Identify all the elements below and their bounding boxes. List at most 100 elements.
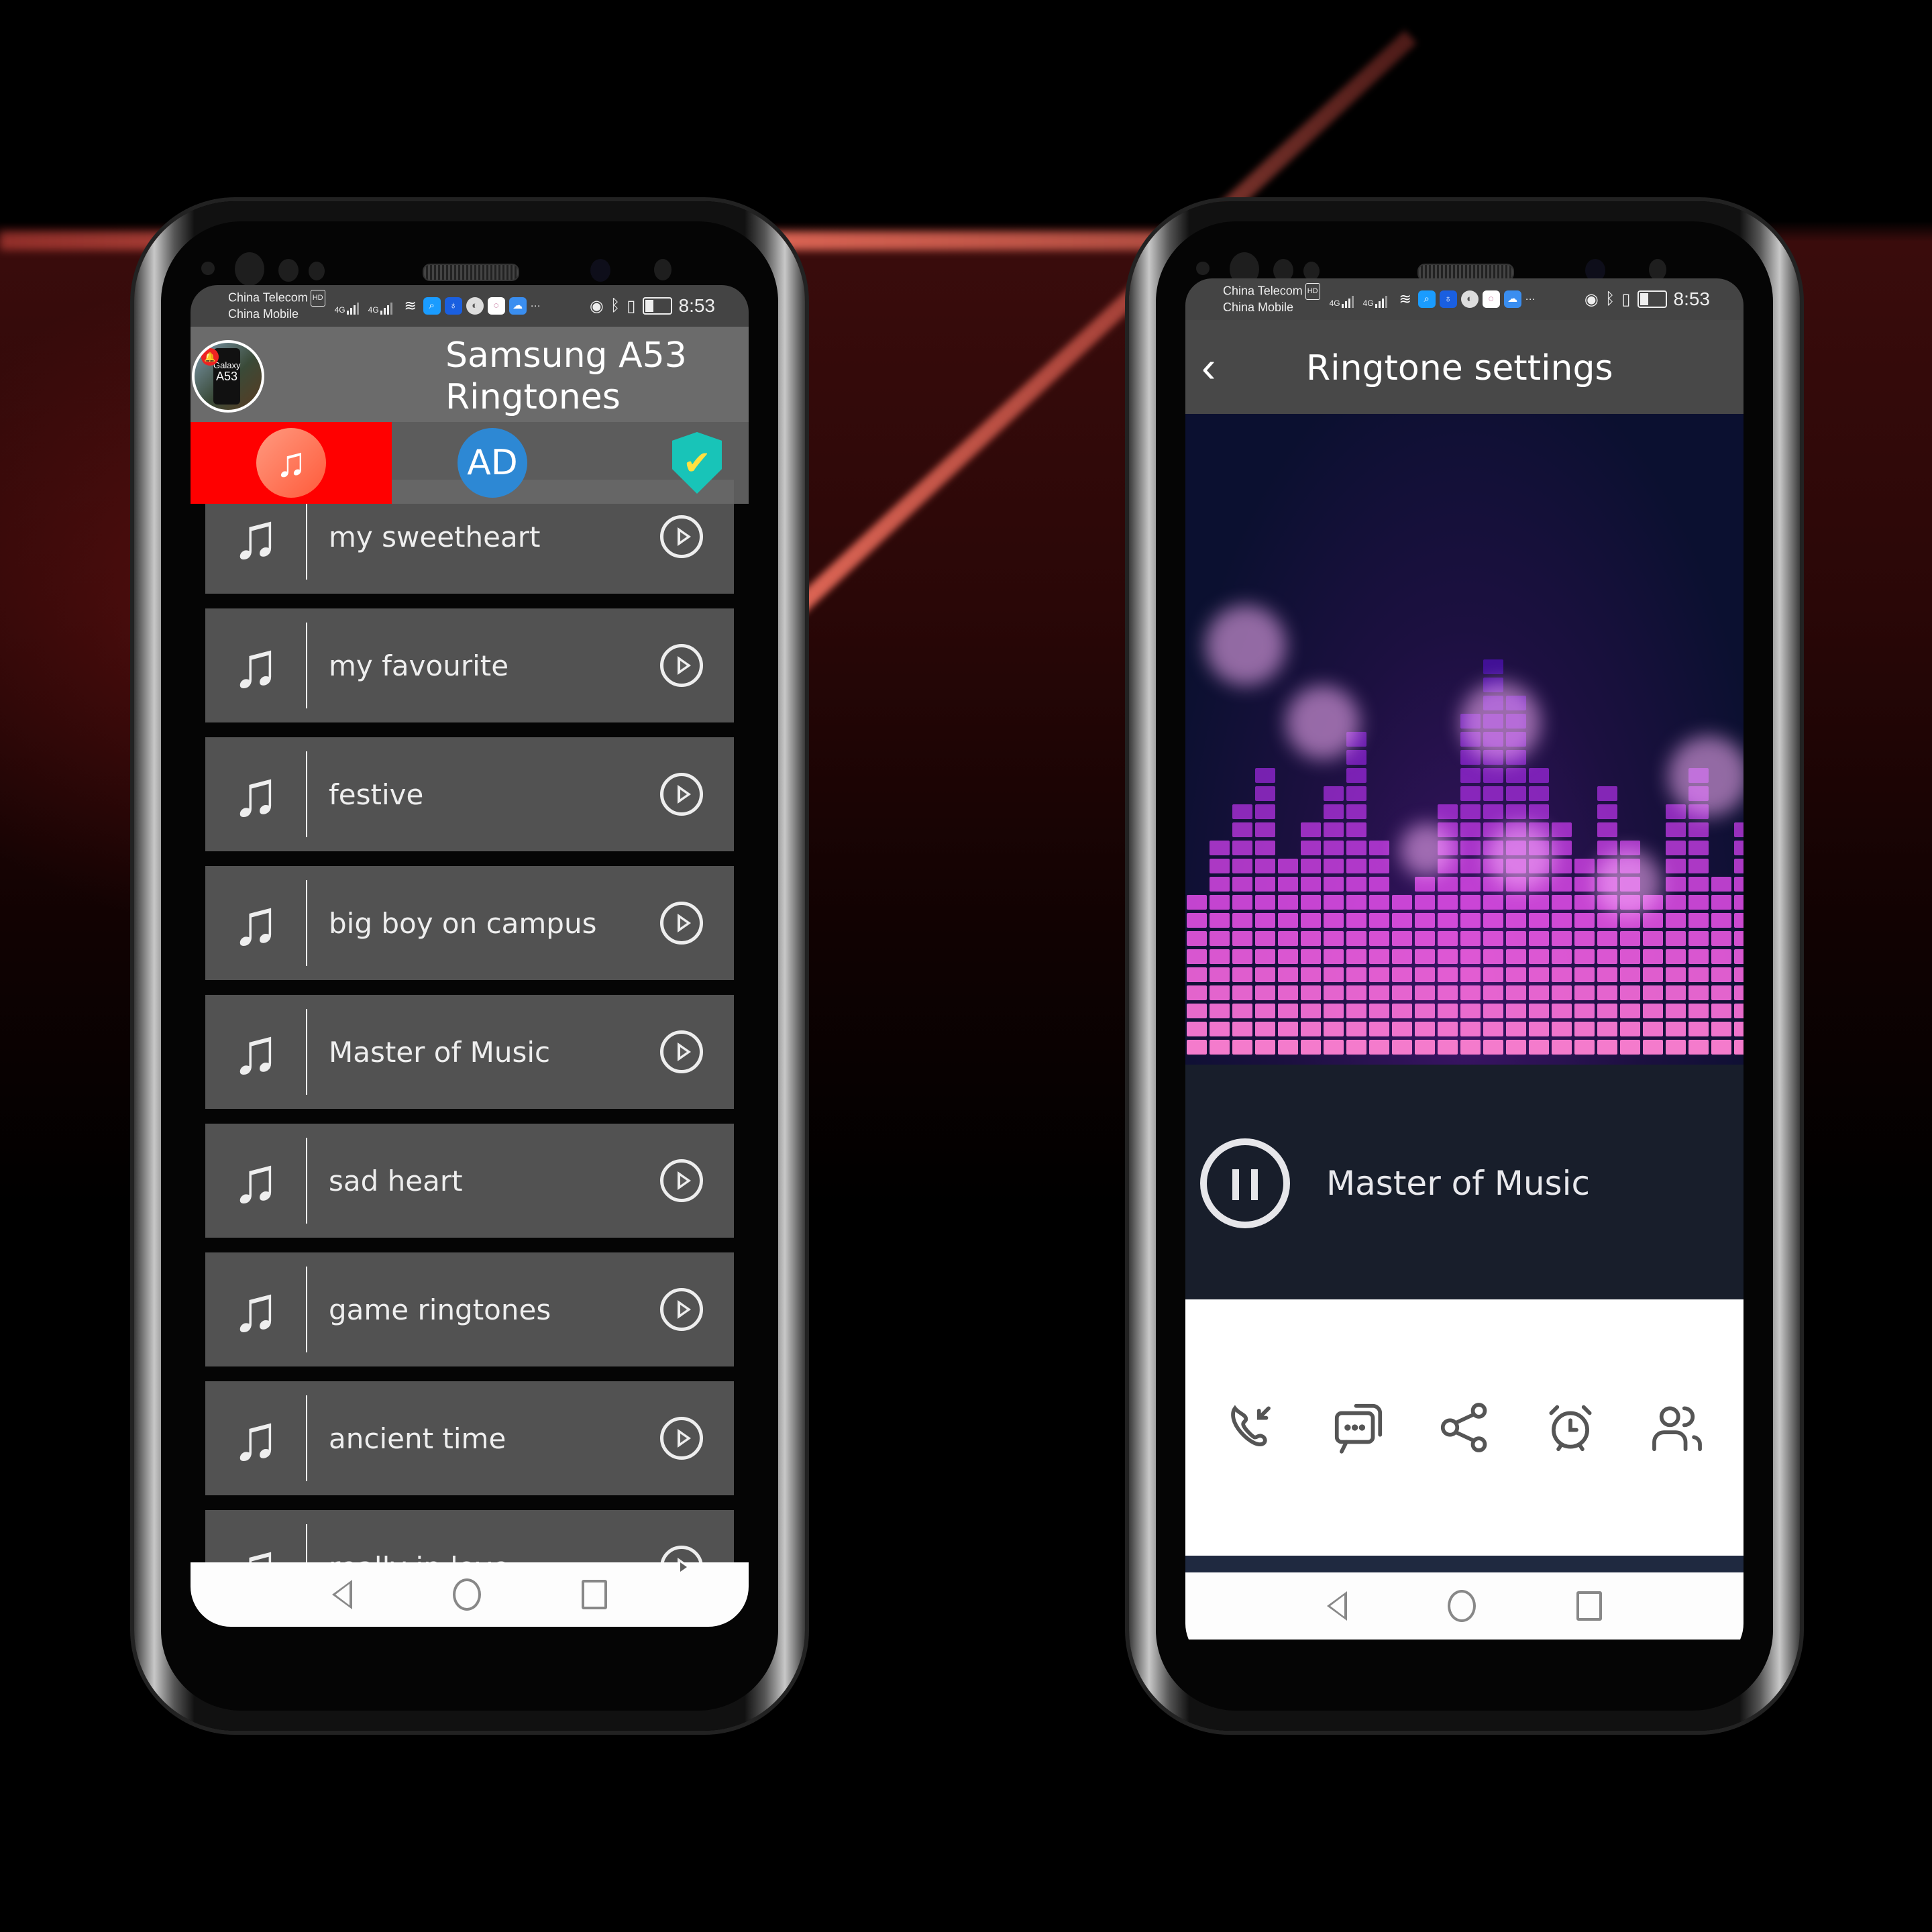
equalizer-cell bbox=[1620, 1040, 1640, 1055]
equalizer-cell bbox=[1734, 859, 1743, 873]
phone-incoming-icon[interactable] bbox=[1223, 1399, 1281, 1456]
back-arrow-icon[interactable]: ‹ bbox=[1201, 345, 1216, 388]
equalizer-cell bbox=[1688, 841, 1709, 855]
equalizer-cell bbox=[1255, 1004, 1275, 1018]
play-button-icon[interactable] bbox=[660, 1417, 703, 1460]
equalizer-cell bbox=[1438, 1022, 1458, 1036]
equalizer-cell bbox=[1460, 804, 1481, 819]
equalizer-cell bbox=[1506, 804, 1526, 819]
equalizer-cell bbox=[1255, 822, 1275, 837]
equalizer-graphic bbox=[1187, 605, 1743, 1055]
equalizer-cell bbox=[1483, 931, 1503, 946]
hd-badge: HD bbox=[310, 290, 325, 307]
equalizer-cell bbox=[1483, 913, 1503, 928]
ringtone-row[interactable]: ♫ sad heart bbox=[205, 1124, 734, 1238]
equalizer-cell bbox=[1643, 949, 1663, 964]
equalizer-cell bbox=[1460, 913, 1481, 928]
equalizer-cell bbox=[1255, 913, 1275, 928]
nav-back-button[interactable] bbox=[1327, 1591, 1347, 1621]
equalizer-cell bbox=[1301, 877, 1321, 892]
equalizer-cell bbox=[1210, 895, 1230, 910]
equalizer-cell bbox=[1734, 841, 1743, 855]
nav-recents-button[interactable] bbox=[1576, 1591, 1602, 1621]
equalizer-cell bbox=[1301, 913, 1321, 928]
play-button-icon[interactable] bbox=[660, 1288, 703, 1331]
alarm-icon[interactable] bbox=[1542, 1399, 1599, 1456]
equalizer-cell bbox=[1232, 822, 1252, 837]
ringtone-list[interactable]: ♫ my sweetheart ♫ my favourite ♫ festive ♫ big … bbox=[205, 480, 734, 1627]
equalizer-cell bbox=[1301, 967, 1321, 982]
ringtone-title: festive bbox=[329, 777, 424, 811]
play-button-icon[interactable] bbox=[660, 902, 703, 945]
equalizer-cell bbox=[1324, 804, 1344, 819]
equalizer-cell bbox=[1346, 1022, 1366, 1036]
equalizer-cell bbox=[1438, 877, 1458, 892]
ringtone-row[interactable]: ♫ Master of Music bbox=[205, 995, 734, 1109]
equalizer-cell bbox=[1460, 877, 1481, 892]
equalizer-cell bbox=[1734, 1022, 1743, 1036]
equalizer-cell bbox=[1232, 967, 1252, 982]
equalizer-cell bbox=[1324, 841, 1344, 855]
play-button-icon[interactable] bbox=[660, 644, 703, 687]
equalizer-cell bbox=[1392, 949, 1412, 964]
equalizer-cell bbox=[1643, 1022, 1663, 1036]
light-flare bbox=[1286, 686, 1360, 759]
play-button-icon[interactable] bbox=[660, 515, 703, 558]
equalizer-cell bbox=[1529, 949, 1549, 964]
light-flare bbox=[1460, 682, 1541, 763]
play-button-icon[interactable] bbox=[660, 1159, 703, 1202]
app-logo: Galaxy A53 🔔 bbox=[192, 340, 264, 413]
equalizer-cell bbox=[1415, 967, 1435, 982]
equalizer-cell bbox=[1460, 1040, 1481, 1055]
equalizer-cell bbox=[1666, 985, 1686, 1000]
equalizer-cell bbox=[1346, 931, 1366, 946]
equalizer-cell bbox=[1734, 1040, 1743, 1055]
carrier-1: China Telecom bbox=[1223, 284, 1303, 298]
equalizer-cell bbox=[1346, 877, 1366, 892]
message-icon[interactable] bbox=[1330, 1399, 1387, 1456]
equalizer-cell bbox=[1232, 1004, 1252, 1018]
ringtone-row[interactable]: ♫ ancient time bbox=[205, 1381, 734, 1495]
equalizer-cell bbox=[1346, 786, 1366, 801]
equalizer-cell bbox=[1620, 985, 1640, 1000]
equalizer-cell bbox=[1392, 985, 1412, 1000]
tab-ad[interactable]: AD bbox=[392, 422, 593, 504]
ringtone-row[interactable]: ♫ big boy on campus bbox=[205, 866, 734, 980]
equalizer-cell bbox=[1483, 786, 1503, 801]
carrier-2: China Mobile bbox=[1223, 301, 1294, 314]
equalizer-cell bbox=[1666, 822, 1686, 837]
equalizer-cell bbox=[1392, 913, 1412, 928]
nav-home-button[interactable] bbox=[1448, 1590, 1476, 1622]
equalizer-cell bbox=[1255, 768, 1275, 783]
system-nav-bar bbox=[191, 1562, 749, 1627]
equalizer-cell bbox=[1255, 859, 1275, 873]
equalizer-cell bbox=[1734, 913, 1743, 928]
phone-bezel: China Telecom HD China Mobile 4G 4G ≋ ⌕ ♁… bbox=[1156, 221, 1773, 1711]
equalizer-cell bbox=[1369, 913, 1389, 928]
more-notifications: ··· bbox=[1525, 293, 1536, 305]
contacts-icon[interactable] bbox=[1648, 1399, 1706, 1456]
nav-back-button[interactable] bbox=[332, 1580, 352, 1609]
equalizer-cell bbox=[1415, 895, 1435, 910]
equalizer-cell bbox=[1392, 1004, 1412, 1018]
ringtone-row[interactable]: ♫ festive bbox=[205, 737, 734, 851]
nav-recents-button[interactable] bbox=[582, 1580, 607, 1609]
play-button-icon[interactable] bbox=[660, 1030, 703, 1073]
equalizer-cell bbox=[1415, 1004, 1435, 1018]
ringtone-title: big boy on campus bbox=[329, 906, 597, 940]
tab-ringtones[interactable]: ♫ bbox=[191, 422, 392, 504]
equalizer-cell bbox=[1324, 1040, 1344, 1055]
bluetooth-icon: ᛒ bbox=[610, 297, 621, 315]
ringtone-row[interactable]: ♫ my favourite bbox=[205, 608, 734, 722]
play-button-icon[interactable] bbox=[660, 773, 703, 816]
ringtone-row[interactable]: ♫ game ringtones bbox=[205, 1252, 734, 1366]
tab-privacy[interactable]: ✔ bbox=[593, 422, 749, 504]
equalizer-cell bbox=[1574, 967, 1595, 982]
equalizer-cell bbox=[1574, 949, 1595, 964]
screen-ringtone-settings: China Telecom HD China Mobile 4G 4G ≋ ⌕ ♁… bbox=[1185, 278, 1743, 1664]
nav-home-button[interactable] bbox=[453, 1578, 481, 1611]
share-icon[interactable] bbox=[1436, 1399, 1493, 1456]
equalizer-cell bbox=[1438, 913, 1458, 928]
app-header: Galaxy A53 🔔 Samsung A53 Ringtones bbox=[191, 327, 749, 422]
pause-button[interactable] bbox=[1200, 1138, 1290, 1228]
